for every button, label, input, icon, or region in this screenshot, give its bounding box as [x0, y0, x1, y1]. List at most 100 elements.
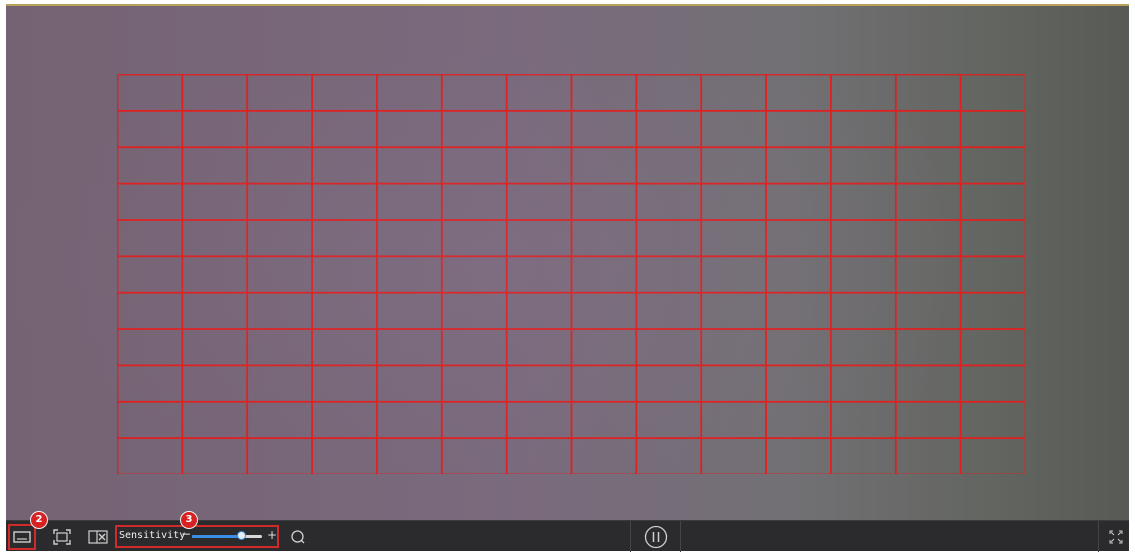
grid-cell[interactable]	[960, 146, 1025, 184]
grid-cell[interactable]	[506, 437, 572, 474]
select-all-area-button[interactable]	[50, 521, 74, 552]
grid-cell[interactable]	[117, 255, 183, 294]
grid-cell[interactable]	[311, 219, 378, 257]
grid-cell[interactable]	[830, 292, 897, 330]
grid-cell[interactable]	[311, 365, 378, 403]
grid-cell[interactable]	[700, 219, 767, 257]
motion-detection-grid[interactable]	[117, 74, 1025, 474]
grid-cell[interactable]	[506, 110, 572, 148]
grid-cell[interactable]	[506, 183, 572, 221]
grid-cell[interactable]	[700, 74, 767, 112]
grid-cell[interactable]	[700, 292, 767, 330]
grid-cell[interactable]	[506, 74, 572, 112]
grid-cell[interactable]	[635, 74, 702, 112]
grid-cell[interactable]	[571, 365, 637, 403]
grid-cell[interactable]	[895, 292, 962, 330]
grid-cell[interactable]	[700, 255, 767, 294]
grid-cell[interactable]	[246, 74, 313, 112]
grid-cell[interactable]	[376, 292, 443, 330]
grid-cell[interactable]	[181, 328, 248, 366]
grid-cell[interactable]	[571, 328, 637, 366]
grid-cell[interactable]	[960, 219, 1025, 257]
grid-cell[interactable]	[765, 110, 832, 148]
grid-cell[interactable]	[311, 255, 378, 294]
grid-cell[interactable]	[441, 292, 508, 330]
grid-cell[interactable]	[246, 365, 313, 403]
grid-cell[interactable]	[571, 255, 637, 294]
grid-cell[interactable]	[571, 219, 637, 257]
grid-cell[interactable]	[700, 437, 767, 474]
grid-cell[interactable]	[700, 146, 767, 184]
grid-cell[interactable]	[117, 292, 183, 330]
grid-cell[interactable]	[830, 437, 897, 474]
grid-cell[interactable]	[960, 365, 1025, 403]
grid-cell[interactable]	[506, 292, 572, 330]
grid-cell[interactable]	[117, 219, 183, 257]
grid-cell[interactable]	[635, 110, 702, 148]
grid-cell[interactable]	[441, 328, 508, 366]
grid-cell[interactable]	[376, 110, 443, 148]
grid-cell[interactable]	[895, 401, 962, 439]
grid-cell[interactable]	[117, 365, 183, 403]
grid-cell[interactable]	[571, 292, 637, 330]
grid-cell[interactable]	[181, 74, 248, 112]
grid-cell[interactable]	[117, 146, 183, 184]
grid-cell[interactable]	[571, 437, 637, 474]
grid-cell[interactable]	[830, 110, 897, 148]
grid-cell[interactable]	[181, 183, 248, 221]
grid-cell[interactable]	[635, 328, 702, 366]
grid-cell[interactable]	[700, 401, 767, 439]
grid-cell[interactable]	[246, 219, 313, 257]
grid-cell[interactable]	[895, 437, 962, 474]
grid-cell[interactable]	[960, 292, 1025, 330]
grid-cell[interactable]	[181, 365, 248, 403]
grid-cell[interactable]	[441, 437, 508, 474]
grid-cell[interactable]	[376, 183, 443, 221]
grid-cell[interactable]	[830, 219, 897, 257]
grid-cell[interactable]	[246, 437, 313, 474]
grid-cell[interactable]	[700, 365, 767, 403]
grid-cell[interactable]	[311, 183, 378, 221]
video-preview[interactable]	[6, 6, 1129, 520]
grid-cell[interactable]	[830, 401, 897, 439]
grid-cell[interactable]	[441, 255, 508, 294]
grid-cell[interactable]	[441, 219, 508, 257]
grid-cell[interactable]	[117, 183, 183, 221]
sensitivity-slider-thumb[interactable]	[236, 531, 246, 540]
grid-cell[interactable]	[830, 183, 897, 221]
grid-cell[interactable]	[441, 74, 508, 112]
grid-cell[interactable]	[960, 74, 1025, 112]
grid-cell[interactable]	[181, 401, 248, 439]
grid-cell[interactable]	[441, 110, 508, 148]
grid-cell[interactable]	[376, 74, 443, 112]
grid-cell[interactable]	[700, 328, 767, 366]
sensitivity-slider[interactable]	[192, 531, 262, 540]
grid-cell[interactable]	[376, 328, 443, 366]
grid-cell[interactable]	[376, 146, 443, 184]
grid-cell[interactable]	[441, 146, 508, 184]
grid-cell[interactable]	[506, 255, 572, 294]
grid-cell[interactable]	[246, 183, 313, 221]
grid-cell[interactable]	[506, 365, 572, 403]
grid-cell[interactable]	[506, 401, 572, 439]
grid-cell[interactable]	[571, 110, 637, 148]
grid-cell[interactable]	[765, 437, 832, 474]
sensitivity-increase-button[interactable]: +	[267, 528, 277, 542]
grid-cell[interactable]	[181, 146, 248, 184]
grid-cell[interactable]	[181, 219, 248, 257]
grid-cell[interactable]	[246, 255, 313, 294]
grid-cell[interactable]	[895, 328, 962, 366]
grid-cell[interactable]	[117, 74, 183, 112]
sensitivity-decrease-button[interactable]: −	[181, 527, 191, 541]
grid-cell[interactable]	[830, 365, 897, 403]
grid-cell[interactable]	[830, 146, 897, 184]
grid-cell[interactable]	[765, 219, 832, 257]
grid-cell[interactable]	[571, 74, 637, 112]
grid-cell[interactable]	[181, 110, 248, 148]
grid-cell[interactable]	[895, 74, 962, 112]
grid-cell[interactable]	[571, 146, 637, 184]
grid-cell[interactable]	[181, 292, 248, 330]
grid-cell[interactable]	[376, 255, 443, 294]
grid-cell[interactable]	[117, 110, 183, 148]
grid-cell[interactable]	[441, 401, 508, 439]
